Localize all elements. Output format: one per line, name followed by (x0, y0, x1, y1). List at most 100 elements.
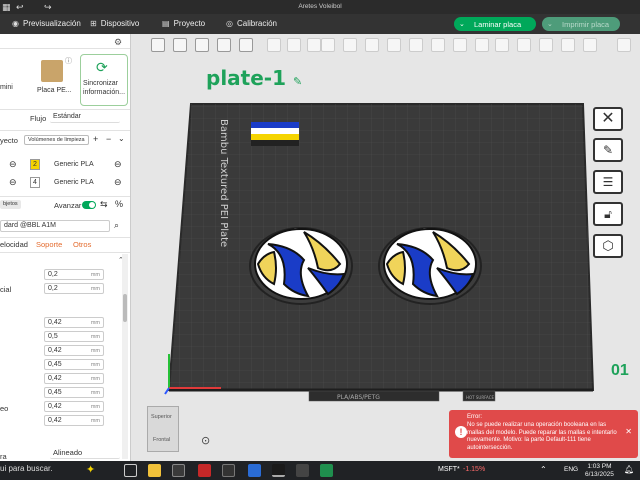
tab-device-label: Dispositivo (100, 19, 140, 28)
stock-ticker[interactable]: MSFT* (438, 466, 460, 473)
lock-icon[interactable]: 🔓︎ (593, 202, 623, 226)
info-icon[interactable]: ⓘ (65, 56, 72, 66)
unit: mm (90, 334, 100, 340)
seam-position-select[interactable]: Alineado (50, 448, 120, 459)
tab-project[interactable]: ▤ Proyecto (162, 19, 205, 28)
bambu-studio-icon[interactable] (272, 464, 285, 477)
window-title: Aretes Voleibol (298, 3, 342, 10)
line-width-input[interactable]: 0,45 mm (44, 359, 104, 370)
app-icon[interactable] (296, 464, 309, 477)
line-width-input[interactable]: 0,42 mm (44, 345, 104, 356)
tab-preview[interactable]: ◉ Previsualización (12, 19, 81, 28)
file-explorer-icon[interactable] (148, 464, 161, 477)
tab-others[interactable]: Otros (73, 240, 91, 249)
excel-icon[interactable] (320, 464, 333, 477)
close-plate-icon[interactable]: ✕ (593, 107, 623, 131)
slice-plate-button[interactable]: ⌄ Laminar placa (454, 17, 536, 31)
minus-circle-icon[interactable]: ⊖ (114, 159, 122, 170)
tab-speed[interactable]: elocidad (0, 240, 28, 249)
filament-name[interactable]: Generic PLA (54, 179, 94, 186)
minus-circle-icon[interactable]: ⊖ (9, 159, 17, 170)
line-width-input[interactable]: 0,5 mm (44, 331, 104, 342)
task-view-icon[interactable] (124, 464, 137, 477)
compare-icon[interactable]: ⇆ (100, 199, 108, 210)
layer-height-input[interactable]: 0,2 mm (44, 269, 104, 280)
app-red-icon[interactable] (198, 464, 211, 477)
printer-tile[interactable]: mini (0, 54, 38, 106)
error-title: Error: (467, 414, 482, 420)
advanced-label: Avanzar (54, 201, 82, 210)
close-icon[interactable]: ✕ (625, 428, 632, 436)
gauge-icon: ◎ (226, 19, 233, 28)
advanced-toggle[interactable] (82, 201, 96, 209)
auto-orient-icon[interactable]: ✎ (593, 138, 623, 162)
unit: mm (90, 348, 100, 354)
copilot-icon[interactable]: ✦ (86, 463, 95, 476)
sync-icon: ⟳ (96, 59, 108, 75)
clock[interactable]: 1:03 PM 6/13/2025 (585, 463, 614, 478)
tab-calibration[interactable]: ◎ Calibración (226, 19, 277, 28)
cleaning-volume-button[interactable]: Volúmenes de limpieza (24, 135, 89, 145)
line-width-input[interactable]: 0,42 mm (44, 317, 104, 328)
plate-tile[interactable]: ⓘ Placa PE... (35, 54, 83, 106)
cleaning-volume-label: Volúmenes de limpieza (28, 137, 85, 143)
tab-calibration-label: Calibración (236, 19, 278, 28)
view-cube-top[interactable]: Superior (151, 414, 172, 420)
search-icon[interactable]: ⌕ (114, 220, 119, 231)
volleyball-earring-left[interactable] (248, 224, 354, 306)
3d-viewport[interactable]: plate-1 ✎ PLA/ABS/PETG HOT SURFACE Bambu… (131, 34, 640, 461)
percent-icon[interactable]: % (115, 199, 123, 209)
initial-layer-height-input[interactable]: 0,2 mm (44, 283, 104, 294)
minus-circle-icon[interactable]: ⊖ (9, 177, 17, 188)
sync-tile-label: Sincronizar información... (83, 80, 126, 96)
app-photos-icon[interactable] (222, 464, 235, 477)
unit: mm (90, 272, 100, 278)
expand-icon[interactable]: ⌄ (118, 134, 125, 143)
unit: mm (90, 390, 100, 396)
flow-value: Estándar (53, 113, 82, 120)
store-icon[interactable] (172, 464, 185, 477)
minus-circle-icon[interactable]: ⊖ (114, 177, 122, 188)
chevron-down-icon: ⌄ (459, 21, 465, 28)
filament-name[interactable]: Generic PLA (54, 161, 94, 168)
filament-slot-2[interactable]: 2 (30, 159, 40, 170)
left-panel: ⚙ mini ⓘ Placa PE... ⟳ Sincronizar infor… (0, 34, 131, 461)
plate-thumbnail (41, 60, 63, 82)
sync-tile[interactable]: ⟳ Sincronizar información... (80, 54, 128, 106)
view-cube-front[interactable]: Frontal (153, 437, 170, 443)
tab-support[interactable]: Soporte (36, 240, 62, 249)
objects-tab[interactable]: bjetos (0, 200, 21, 209)
print-plate-label: Imprimir placa (562, 19, 610, 29)
settings-gear-icon[interactable]: ⚙ (114, 37, 122, 48)
unit: mm (90, 362, 100, 368)
error-notification: ! Error: No se puede realizar una operac… (449, 410, 638, 458)
filament-slot-4[interactable]: 4 (30, 177, 40, 188)
remove-icon[interactable]: − (106, 134, 111, 144)
flow-select[interactable]: Estándar (50, 112, 120, 123)
print-plate-button[interactable]: ⌄ Imprimir placa (542, 17, 620, 31)
line-width-input[interactable]: 0,42 mm (44, 401, 104, 412)
add-icon[interactable]: + (93, 134, 98, 144)
arrange-plate-icon[interactable]: ☰ (593, 170, 623, 194)
plate-settings-hex-icon[interactable]: ⬡ (593, 234, 623, 258)
left-scrollbar[interactable] (122, 254, 128, 459)
process-preset-select[interactable]: dard @BBL A1M (0, 220, 110, 232)
line-width-input[interactable]: 0,42 mm (44, 415, 104, 426)
line-width-input[interactable]: 0,42 mm (44, 373, 104, 384)
seam-value: Alineado (53, 448, 83, 457)
tab-device[interactable]: ⊞ Dispositivo (90, 19, 139, 28)
zoom-fit-icon[interactable]: ⊙ (201, 434, 210, 447)
tray-chevron-icon[interactable]: ⌃ (540, 465, 547, 474)
field-label: eo (0, 404, 9, 413)
taskbar-search[interactable]: ui para buscar. (0, 464, 52, 473)
volleyball-earring-right[interactable] (377, 224, 483, 306)
slice-plate-label: Laminar placa (474, 19, 522, 29)
line-width-input[interactable]: 0,45 mm (44, 387, 104, 398)
language-indicator[interactable]: ENG (564, 466, 578, 473)
notification-icon[interactable]: 🔔︎ (624, 465, 634, 474)
error-message: No se puede realizar una operación boole… (467, 422, 617, 451)
value: 0,42 (48, 375, 62, 382)
view-cube[interactable]: Superior Frontal (147, 406, 179, 452)
value: 0,42 (48, 403, 62, 410)
app-c-icon[interactable] (248, 464, 261, 477)
